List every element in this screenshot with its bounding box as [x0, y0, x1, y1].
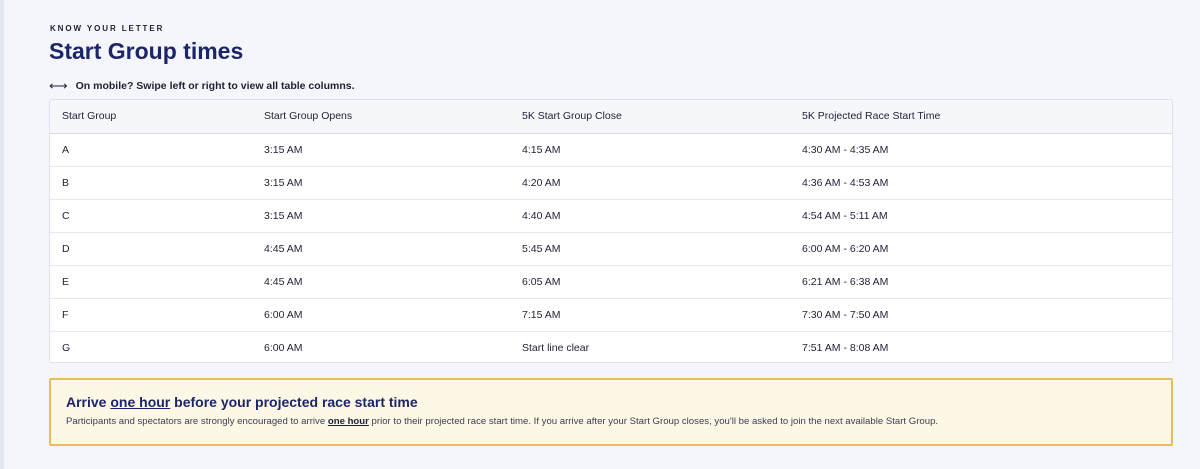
cell-close: 4:15 AM	[522, 143, 561, 156]
table-header-row: Start Group Start Group Opens 5K Start G…	[50, 100, 1172, 134]
table-row: C 3:15 AM 4:40 AM 4:54 AM - 5:11 AM	[50, 198, 1172, 232]
cell-opens: 4:45 AM	[252, 264, 510, 298]
cell-start-group: B	[50, 165, 252, 199]
notice-body-emphasis: one hour	[327, 416, 369, 427]
swipe-hint-text: On mobile? Swipe left or right to view a…	[75, 79, 355, 92]
start-group-table: Start Group Start Group Opens 5K Start G…	[50, 100, 1172, 362]
column-header-start-group: Start Group	[50, 100, 252, 134]
cell-opens: 6:00 AM	[252, 330, 510, 362]
table-row: E 4:45 AM 6:05 AM 6:21 AM - 6:38 AM	[50, 264, 1172, 298]
cell-start-group: G	[50, 330, 252, 362]
swipe-hint: ⟷ On mobile? Swipe left or right to view…	[49, 79, 355, 92]
column-header-opens: Start Group Opens	[252, 100, 510, 134]
cell-opens: 4:45 AM	[252, 231, 510, 265]
cell-projected-start: 4:30 AM - 4:35 AM	[802, 143, 889, 156]
cell-projected-start: 7:30 AM - 7:50 AM	[790, 297, 1172, 331]
cell-projected-start: 4:36 AM - 4:53 AM	[790, 165, 1172, 199]
cell-projected-start: 6:00 AM - 6:20 AM	[790, 231, 1172, 265]
cell-projected-start: 6:21 AM - 6:38 AM	[790, 264, 1172, 298]
arrival-notice: Arrive one hour before your projected ra…	[49, 378, 1173, 446]
table-row: B 3:15 AM 4:20 AM 4:36 AM - 4:53 AM	[50, 165, 1172, 199]
cell-start-group: E	[50, 264, 252, 298]
notice-title-end: before your projected race start time	[170, 394, 418, 410]
cell-opens: 3:15 AM	[264, 143, 303, 156]
cell-opens: 6:00 AM	[252, 297, 510, 331]
cell-close: 4:20 AM	[510, 165, 790, 199]
left-right-arrow-icon: ⟷	[49, 78, 68, 93]
cell-start-group: D	[50, 231, 252, 265]
column-header-close: 5K Start Group Close	[510, 100, 790, 134]
cell-start-group: A	[62, 143, 70, 156]
section-title: Start Group times	[49, 38, 244, 64]
table-row: F 6:00 AM 7:15 AM 7:30 AM - 7:50 AM	[50, 297, 1172, 331]
notice-title-emphasis: one hour	[110, 394, 171, 410]
section-eyebrow: KNOW YOUR LETTER	[50, 24, 165, 33]
cell-close: 6:05 AM	[510, 264, 790, 298]
notice-body: Participants and spectators are strongly…	[66, 416, 1156, 427]
column-header-projected-start: 5K Projected Race Start Time	[790, 100, 1172, 134]
cell-projected-start: 4:54 AM - 5:11 AM	[790, 198, 1172, 232]
cell-close: 4:40 AM	[510, 198, 790, 232]
notice-body-start: Participants and spectators are strongly…	[66, 416, 328, 427]
start-group-table-container[interactable]: Start Group Start Group Opens 5K Start G…	[49, 99, 1173, 363]
table-row: D 4:45 AM 5:45 AM 6:00 AM - 6:20 AM	[50, 231, 1172, 265]
cell-projected-start: 7:51 AM - 8:08 AM	[790, 330, 1172, 362]
cell-close: 5:45 AM	[510, 231, 790, 265]
notice-title: Arrive one hour before your projected ra…	[66, 394, 1156, 410]
table-row: A 3:15 AM 4:15 AM 4:30 AM - 4:35 AM	[50, 133, 1172, 166]
cell-close: 7:15 AM	[510, 297, 790, 331]
page-left-border	[0, 0, 4, 469]
cell-start-group: C	[50, 198, 252, 232]
notice-body-end: prior to their projected race start time…	[368, 416, 939, 427]
notice-title-start: Arrive	[66, 394, 111, 410]
cell-opens: 3:15 AM	[252, 198, 510, 232]
cell-close: Start line clear	[510, 330, 790, 362]
cell-opens: 3:15 AM	[252, 165, 510, 199]
table-row: G 6:00 AM Start line clear 7:51 AM - 8:0…	[50, 330, 1172, 362]
cell-start-group: F	[50, 297, 252, 331]
